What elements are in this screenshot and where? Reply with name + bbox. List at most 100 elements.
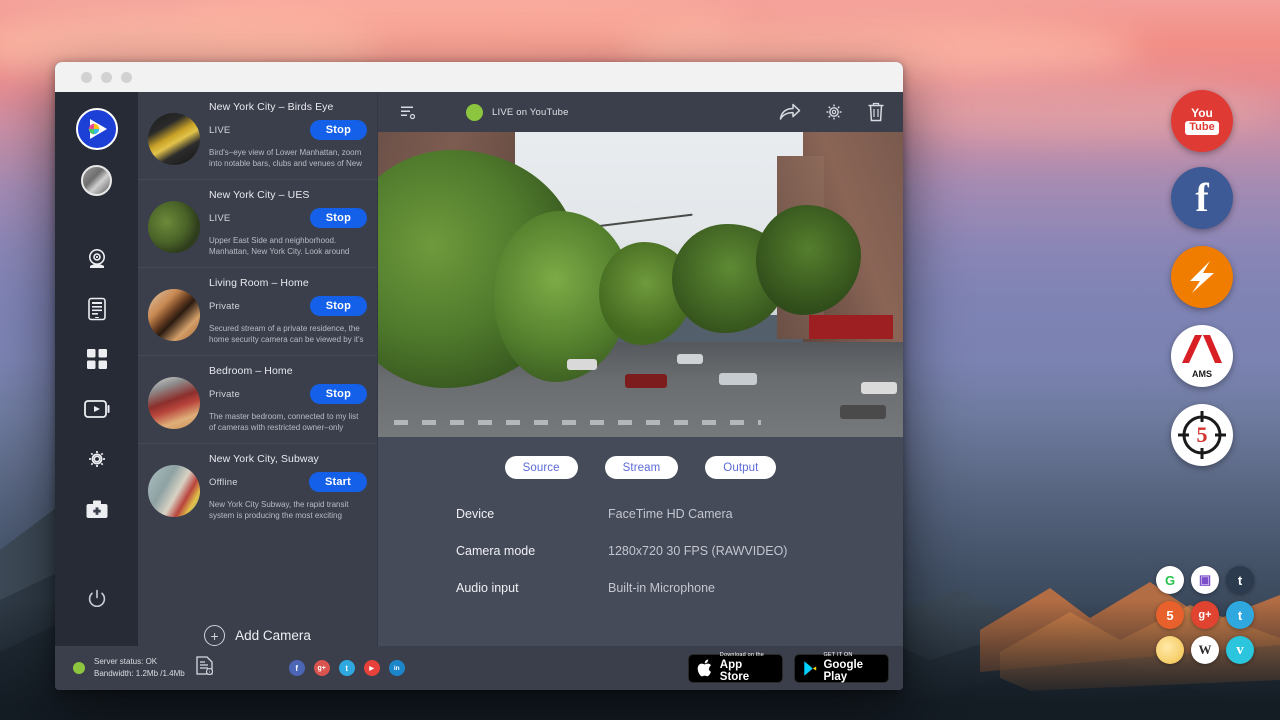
camera-info: New York City – Birds Eye LIVE Stop Bird… xyxy=(209,101,367,171)
camera-status: LIVE xyxy=(209,213,230,224)
add-camera-button[interactable]: + Add Camera xyxy=(138,599,377,646)
camera-action-button[interactable]: Stop xyxy=(310,296,367,316)
spec-row: Device FaceTime HD Camera xyxy=(456,507,903,521)
status-footer: Server status: OK Bandwidth: 1.2Mb /1.4M… xyxy=(55,646,903,690)
video-car xyxy=(567,359,597,370)
twitter-mini-icon[interactable]: t xyxy=(1226,601,1254,629)
youtube-icon[interactable]: ▶ xyxy=(364,660,380,676)
bandwidth-line: Bandwidth: 1.2Mb /1.4Mb xyxy=(94,668,185,680)
tumblr-mini-icon[interactable]: t xyxy=(1226,566,1254,594)
user-avatar[interactable] xyxy=(81,165,112,196)
sidebar-item-player[interactable] xyxy=(55,384,138,434)
rss-mini-glyph: 5 xyxy=(1166,608,1173,623)
adobe-ams-label: AMS xyxy=(1182,369,1222,379)
camera-action-button[interactable]: Stop xyxy=(310,208,367,228)
main-topbar: LIVE on YouTube xyxy=(378,92,903,132)
share-button[interactable] xyxy=(779,103,801,121)
target5-dock-icon[interactable]: 5 xyxy=(1171,404,1233,466)
spec-key: Camera mode xyxy=(456,544,608,558)
linkedin-icon[interactable]: in xyxy=(389,660,405,676)
sort-list-button[interactable] xyxy=(400,104,416,120)
wowza-streaming-dock-icon[interactable] xyxy=(1171,246,1233,308)
social-links: f g+ t ▶ in xyxy=(289,660,405,676)
tab-output[interactable]: Output xyxy=(705,456,776,479)
camera-thumbnail xyxy=(148,113,200,165)
video-crosswalk xyxy=(394,420,762,425)
camera-status-row: Private Stop xyxy=(209,296,367,316)
window-titlebar[interactable] xyxy=(55,62,903,92)
camera-list-item[interactable]: New York City, Subway Offline Start New … xyxy=(138,444,377,531)
camera-thumbnail xyxy=(148,201,200,253)
twitter-glyph: t xyxy=(345,664,348,673)
video-awning xyxy=(809,315,893,339)
video-preview[interactable] xyxy=(378,132,903,437)
google-play-icon xyxy=(803,659,817,678)
tab-source[interactable]: Source xyxy=(505,456,578,479)
twitter-icon[interactable]: t xyxy=(339,660,355,676)
camera-thumbnail xyxy=(148,289,200,341)
youtube-dock-icon[interactable]: You Tube xyxy=(1171,90,1233,152)
document-log-icon: i xyxy=(196,656,213,675)
app-logo[interactable] xyxy=(76,108,118,150)
twitch-mini-icon[interactable]: ▣ xyxy=(1191,566,1219,594)
twitter-mini-glyph: t xyxy=(1238,608,1242,623)
camera-list-item[interactable]: New York City – Birds Eye LIVE Stop Bird… xyxy=(138,92,377,180)
sidebar-item-cameras[interactable] xyxy=(55,234,138,284)
sidebar-item-apps[interactable] xyxy=(55,334,138,384)
settings-button[interactable] xyxy=(824,102,844,122)
rss-mini-icon[interactable]: 5 xyxy=(1156,601,1184,629)
camera-title: Bedroom – Home xyxy=(209,365,367,377)
app-store-badge[interactable]: Download on the App Store xyxy=(688,654,783,683)
google-plus-icon[interactable]: g+ xyxy=(314,660,330,676)
window-maximize-button[interactable] xyxy=(121,72,132,83)
camera-action-button[interactable]: Stop xyxy=(310,384,367,404)
window-close-button[interactable] xyxy=(81,72,92,83)
camera-info: Living Room – Home Private Stop Secured … xyxy=(209,277,367,347)
first-aid-kit-icon xyxy=(85,499,109,520)
facebook-dock-label: f xyxy=(1195,180,1208,216)
vimeo-mini-glyph: v xyxy=(1236,642,1244,659)
camera-list-item[interactable]: Living Room – Home Private Stop Secured … xyxy=(138,268,377,356)
camera-status: LIVE xyxy=(209,125,230,136)
camera-list-item[interactable]: Bedroom – Home Private Stop The master b… xyxy=(138,356,377,444)
power-button[interactable] xyxy=(55,574,138,624)
tab-stream[interactable]: Stream xyxy=(605,456,679,479)
wowza-dock-icon[interactable]: AMS xyxy=(1171,325,1233,387)
app-store-text: Download on the App Store xyxy=(720,653,774,683)
gumroad-mini-icon[interactable]: G xyxy=(1156,566,1184,594)
google-play-text: GET IT ON Google Play xyxy=(823,653,880,683)
gumroad-mini-glyph: G xyxy=(1165,573,1175,588)
camera-title: New York City, Subway xyxy=(209,453,367,465)
mobile-device-icon xyxy=(86,297,108,321)
vimeo-mini-icon[interactable]: v xyxy=(1226,636,1254,664)
video-car xyxy=(677,354,703,364)
grid-apps-icon xyxy=(86,348,108,370)
sidebar-item-help[interactable] xyxy=(55,484,138,534)
flickr-mini-icon[interactable] xyxy=(1156,636,1184,664)
live-status-label: LIVE on YouTube xyxy=(492,107,569,118)
video-car xyxy=(719,373,757,385)
google-plus-mini-icon[interactable]: g+ xyxy=(1191,601,1219,629)
sidebar-item-devices[interactable] xyxy=(55,284,138,334)
camera-action-button[interactable]: Start xyxy=(309,472,367,492)
wowza-bolt-icon xyxy=(1180,255,1224,299)
app-window: New York City – Birds Eye LIVE Stop Bird… xyxy=(55,62,903,690)
google-play-badge[interactable]: GET IT ON Google Play xyxy=(794,654,889,683)
window-minimize-button[interactable] xyxy=(101,72,112,83)
camera-list-item[interactable]: New York City – UES LIVE Stop Upper East… xyxy=(138,180,377,268)
log-button[interactable]: i xyxy=(196,656,213,680)
spec-value: 1280x720 30 FPS (RAWVIDEO) xyxy=(608,544,787,558)
camera-action-button[interactable]: Stop xyxy=(310,120,367,140)
wordpress-mini-icon[interactable]: W xyxy=(1191,636,1219,664)
app-store-line2: App Store xyxy=(720,659,774,683)
facebook-icon[interactable]: f xyxy=(289,660,305,676)
camera-title: New York City – Birds Eye xyxy=(209,101,367,113)
add-camera-label: Add Camera xyxy=(235,628,311,643)
facebook-dock-icon[interactable]: f xyxy=(1171,167,1233,229)
delete-button[interactable] xyxy=(867,102,885,122)
camera-thumbnail xyxy=(148,465,200,517)
share-arrow-icon xyxy=(779,103,801,121)
sidebar-item-settings[interactable] xyxy=(55,434,138,484)
svg-text:i: i xyxy=(209,669,210,674)
camera-title: Living Room – Home xyxy=(209,277,367,289)
